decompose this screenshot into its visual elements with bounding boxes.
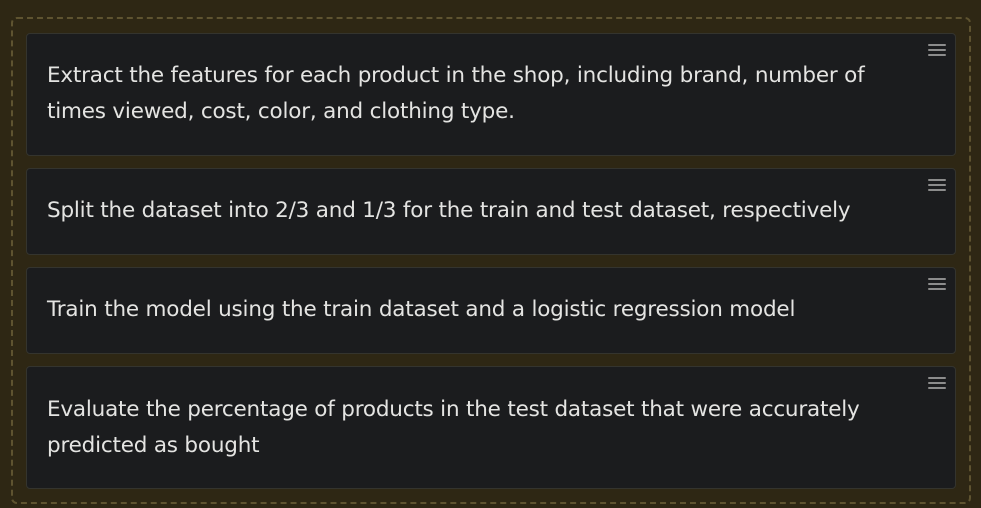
step-2-text: Split the dataset into 2/3 and 1/3 for t… (47, 198, 851, 223)
step-3-text: Train the model using the train dataset … (47, 297, 796, 322)
step-4-text: Evaluate the percentage of products in t… (47, 397, 860, 458)
sortable-step-3[interactable]: Train the model using the train dataset … (26, 267, 956, 354)
sortable-step-1[interactable]: Extract the features for each product in… (26, 33, 956, 156)
sortable-step-2[interactable]: Split the dataset into 2/3 and 1/3 for t… (26, 168, 956, 255)
drag-handle-icon[interactable] (928, 278, 946, 292)
step-1-text: Extract the features for each product in… (47, 63, 865, 124)
drag-handle-icon[interactable] (928, 179, 946, 193)
drag-handle-icon[interactable] (928, 377, 946, 391)
drag-handle-icon[interactable] (928, 44, 946, 58)
sortable-step-4[interactable]: Evaluate the percentage of products in t… (26, 366, 956, 489)
